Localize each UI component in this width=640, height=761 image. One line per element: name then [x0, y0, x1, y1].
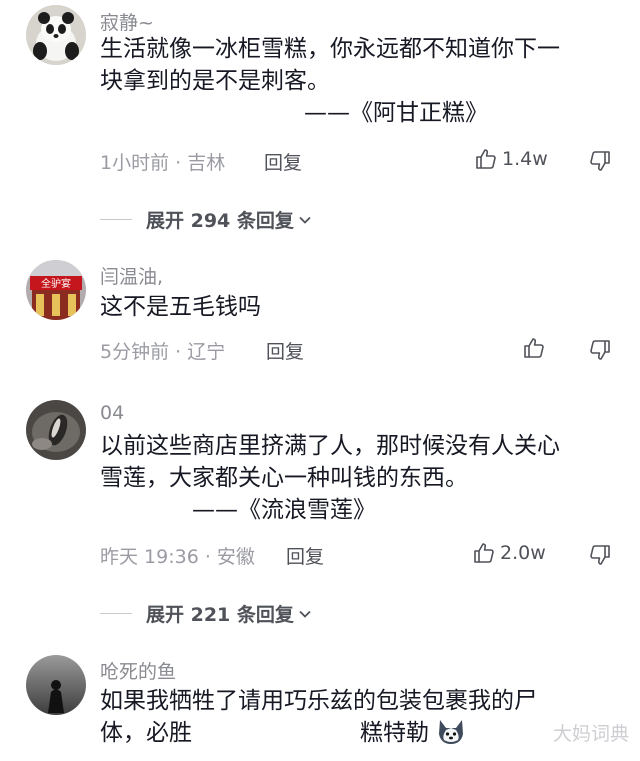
comment-username[interactable]: 闫温油, — [100, 262, 163, 289]
thumbs-up-icon — [474, 543, 494, 563]
like-count: 1.4w — [502, 148, 548, 170]
like-count: 2.0w — [500, 542, 546, 564]
expand-replies-button[interactable]: 展开 221 条回复 — [100, 600, 314, 627]
like-button[interactable]: 1.4w — [474, 147, 548, 171]
comment-username[interactable]: 呛死的鱼 — [100, 657, 176, 684]
comment-text-line: 块拿到的是不是刺客。 — [100, 68, 330, 94]
comment-text-line: 体，必胜 糕特勒 — [100, 717, 610, 749]
watermark-text: 大妈词典 — [553, 723, 630, 745]
reply-button[interactable]: 回复 — [286, 542, 324, 569]
husky-dog-emoji — [439, 720, 464, 744]
comment-item: 寂静~ 生活就像一冰柜雪糕，你永远都不知道你下一 块拿到的是不是刺客。 ——《阿… — [0, 0, 640, 240]
avatar[interactable]: 全驴宴 — [26, 260, 86, 320]
chevron-down-icon — [299, 216, 311, 224]
comment-username[interactable]: 04 — [100, 402, 124, 424]
comment-time-location: 5分钟前 · 辽宁 — [100, 341, 226, 363]
thumbs-up-icon — [476, 149, 496, 169]
reply-button[interactable]: 回复 — [266, 337, 304, 364]
thumbs-down-icon — [590, 340, 610, 360]
comment-time-location: 1小时前 · 吉林 — [100, 152, 226, 174]
comment-text-line: ——《流浪雪莲》 — [192, 497, 376, 523]
expand-replies-label: 展开 221 条回复 — [146, 604, 294, 626]
comment-text: 这不是五毛钱吗 — [100, 291, 610, 323]
avatar[interactable] — [26, 400, 86, 460]
comment-text: 生活就像一冰柜雪糕，你永远都不知道你下一 块拿到的是不是刺客。 ——《阿甘正糕》 — [100, 33, 610, 129]
like-button[interactable]: 2.0w — [472, 541, 546, 565]
thumbs-down-icon — [590, 545, 610, 565]
comment-text-line: 雪莲，大家都关心一种叫钱的东西。 — [100, 465, 468, 491]
dislike-button[interactable] — [588, 338, 612, 362]
comment-text-line: ——《阿甘正糕》 — [304, 100, 488, 126]
expand-replies-button[interactable]: 展开 294 条回复 — [100, 206, 314, 233]
divider — [100, 613, 132, 614]
divider — [100, 219, 132, 220]
comment-text-line: 如果我牺牲了请用巧乐兹的包装包裹我的尸 — [100, 688, 537, 714]
comment-item: 04 以前这些商店里挤满了人，那时候没有人关心 雪莲，大家都关心一种叫钱的东西。… — [0, 390, 640, 640]
like-button[interactable] — [522, 336, 550, 360]
thumbs-up-icon — [524, 338, 544, 358]
avatar[interactable] — [26, 655, 86, 715]
comment-text-line: 以前这些商店里挤满了人，那时候没有人关心 — [100, 433, 560, 459]
comment-text: 以前这些商店里挤满了人，那时候没有人关心 雪莲，大家都关心一种叫钱的东西。 ——… — [100, 430, 610, 526]
comment-text-segment: 糕特勒 — [360, 720, 429, 746]
comment-text-line: 生活就像一冰柜雪糕，你永远都不知道你下一 — [100, 36, 560, 62]
dislike-button[interactable] — [588, 149, 612, 173]
reply-button[interactable]: 回复 — [264, 148, 302, 175]
chevron-down-icon — [299, 610, 311, 618]
avatar-sign-text: 全驴宴 — [41, 277, 71, 290]
comment-text: 如果我牺牲了请用巧乐兹的包装包裹我的尸 体，必胜 糕特勒 — [100, 685, 610, 749]
comment-text-segment: 体，必胜 — [100, 720, 192, 746]
comment-item: 呛死的鱼 如果我牺牲了请用巧乐兹的包装包裹我的尸 体，必胜 糕特勒 — [0, 645, 640, 761]
comment-item: 全驴宴 闫温油, 这不是五毛钱吗 5分钟前 · 辽宁 回复 — [0, 250, 640, 390]
thumbs-down-icon — [590, 151, 610, 171]
expand-replies-label: 展开 294 条回复 — [146, 210, 294, 232]
avatar[interactable] — [26, 5, 86, 65]
dislike-button[interactable] — [588, 543, 612, 567]
comment-time-location: 昨天 19:36 · 安徽 — [100, 546, 255, 568]
comment-username[interactable]: 寂静~ — [100, 8, 154, 35]
comment-text-line: 这不是五毛钱吗 — [100, 294, 261, 320]
